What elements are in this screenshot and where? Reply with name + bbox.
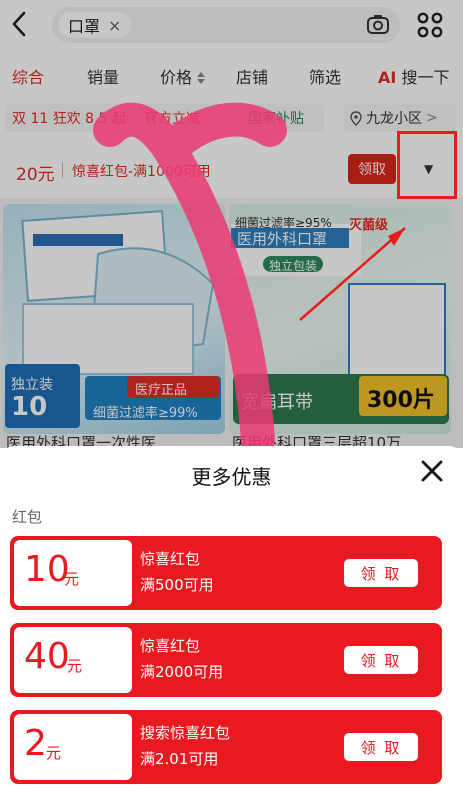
coupon-strip: 20元 惊喜红包-满1000可用 领取 ▼ bbox=[0, 140, 463, 198]
chevron-right-icon: > bbox=[426, 110, 438, 126]
coupon-strip-divider bbox=[62, 162, 63, 178]
product-grid: 独立装 10 医疗正品 细菌过滤率≥99% 细菌过滤率≥95% 灭菌级 医用外科… bbox=[0, 198, 463, 452]
product-card[interactable]: 独立装 10 医疗正品 细菌过滤率≥99% bbox=[3, 204, 225, 434]
product-badge-text: 独立装 bbox=[11, 377, 53, 393]
sort-arrows-icon bbox=[197, 72, 206, 84]
product-badge-text: 300片 bbox=[367, 388, 435, 413]
promo-chip-location[interactable]: 九龙小区 > bbox=[344, 104, 456, 132]
search-box[interactable]: 口罩 × bbox=[52, 7, 400, 43]
search-query-text: 口罩 bbox=[68, 17, 101, 36]
product-badge-text: 细菌过滤率≥99% bbox=[93, 406, 198, 421]
coupon-unit: 元 bbox=[64, 570, 80, 588]
camera-search-icon[interactable] bbox=[366, 13, 390, 37]
filter-tabs: 综合 销量 价格 店铺 筛选 AI 搜一下 bbox=[0, 50, 463, 96]
product-badge-number: 10 bbox=[11, 392, 48, 422]
product-badge-text: 医用外科口罩 bbox=[237, 230, 328, 248]
back-arrow-icon[interactable] bbox=[8, 10, 32, 38]
promo-chip-official-discount[interactable]: 官方立减 bbox=[138, 104, 232, 132]
tab-comprehensive[interactable]: 综合 bbox=[12, 64, 44, 88]
tab-ai-search[interactable]: AI 搜一下 bbox=[378, 64, 449, 88]
promo-chip-label: 官方立减 bbox=[144, 111, 200, 127]
coupon-unit: 元 bbox=[67, 657, 83, 675]
coupon-amount: 10 bbox=[24, 549, 70, 590]
product-card[interactable]: 细菌过滤率≥95% 灭菌级 医用外科口罩 独立包装 宽扁耳带 300片 bbox=[229, 204, 451, 434]
promo-chip-double11[interactable]: 双 11 狂欢 8.5 起 bbox=[6, 104, 130, 132]
promo-chip-label: 双 11 狂欢 8.5 起 bbox=[12, 111, 126, 127]
coupon-claim-button[interactable]: 领 取 bbox=[344, 733, 418, 761]
ai-search-label: 搜一下 bbox=[401, 68, 450, 87]
section-label-red-packets: 红包 bbox=[12, 508, 43, 526]
coupon-name: 搜索惊喜红包 bbox=[140, 724, 231, 742]
sheet-title: 更多优惠 bbox=[191, 465, 272, 489]
coupon-strip-claim-button[interactable]: 领取 bbox=[348, 154, 396, 184]
product-badge-text: 医疗正品 bbox=[135, 383, 188, 398]
product-badge-text: 宽扁耳带 bbox=[241, 392, 313, 413]
top-bar: 口罩 × bbox=[0, 0, 463, 50]
ai-badge: AI bbox=[378, 68, 397, 87]
grid-view-icon[interactable] bbox=[417, 12, 443, 38]
product-badge-text: 独立包装 bbox=[269, 259, 318, 273]
coupon-strip-text: 惊喜红包-满1000可用 bbox=[72, 164, 211, 180]
promo-chip-label: 国家补贴 bbox=[248, 111, 304, 127]
coupon-name: 惊喜红包 bbox=[140, 550, 201, 568]
coupon-claim-button[interactable]: 领 取 bbox=[344, 646, 418, 674]
tab-price[interactable]: 价格 bbox=[160, 64, 206, 88]
tab-stores[interactable]: 店铺 bbox=[236, 64, 268, 88]
red-packet-coupon: 2 元 搜索惊喜红包 满2.01可用 领 取 bbox=[10, 710, 442, 784]
tab-sales[interactable]: 销量 bbox=[87, 64, 119, 88]
highlight-box-annotation bbox=[397, 131, 457, 199]
location-pin-icon bbox=[350, 110, 362, 126]
coupon-unit: 元 bbox=[46, 744, 62, 762]
clear-query-icon[interactable]: × bbox=[108, 16, 121, 35]
promo-chip-national-subsidy[interactable]: 国家补贴 bbox=[242, 104, 324, 132]
promo-chip-row: 双 11 狂欢 8.5 起 官方立减 国家补贴 九龙小区 > bbox=[0, 96, 463, 140]
red-packet-coupon: 40 元 惊喜红包 满2000可用 领 取 bbox=[10, 623, 442, 697]
coupon-strip-amount: 20元 bbox=[16, 165, 55, 185]
coupon-condition: 满2000可用 bbox=[140, 663, 224, 681]
location-label: 九龙小区 bbox=[366, 111, 422, 127]
close-icon[interactable] bbox=[419, 458, 445, 484]
search-query-chip[interactable]: 口罩 × bbox=[58, 12, 132, 38]
red-packet-coupon: 10 元 惊喜红包 满500可用 领 取 bbox=[10, 536, 442, 610]
coupon-amount: 2 bbox=[24, 723, 47, 764]
coupon-claim-button[interactable]: 领 取 bbox=[344, 559, 418, 587]
tab-price-label: 价格 bbox=[160, 68, 193, 87]
coupon-name: 惊喜红包 bbox=[140, 637, 201, 655]
coupon-amount: 40 bbox=[24, 636, 70, 677]
tab-filter[interactable]: 筛选 bbox=[309, 64, 341, 88]
coupon-condition: 满2.01可用 bbox=[140, 750, 219, 768]
product-badge-text: 灭菌级 bbox=[349, 218, 389, 233]
more-offers-sheet: 更多优惠 红包 10 元 惊喜红包 满500可用 领 取 40 元 惊喜红包 满… bbox=[0, 446, 463, 788]
coupon-condition: 满500可用 bbox=[140, 576, 214, 594]
